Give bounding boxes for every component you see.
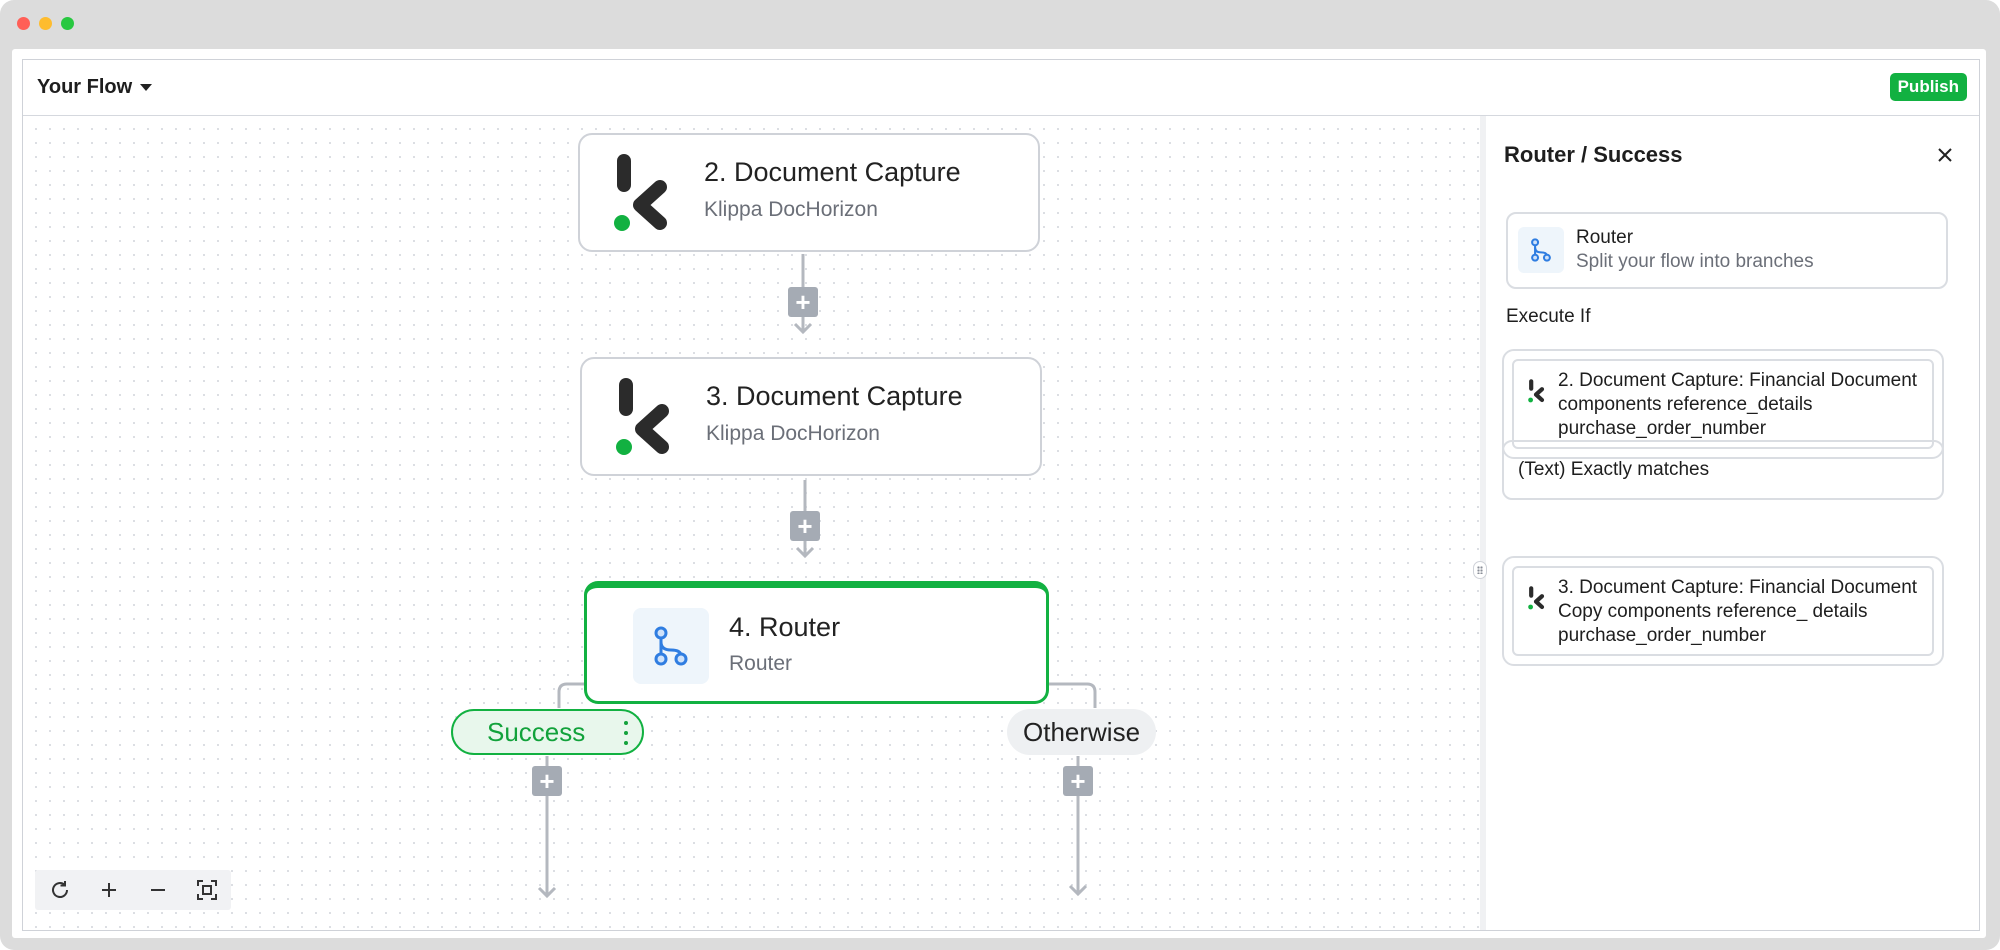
condition-first-text: 2. Document Capture: Financial Document … [1558, 370, 1918, 439]
node-document-capture-2[interactable]: 2. Document Capture Klippa DocHorizon [578, 133, 1040, 252]
node-title: 3. Document Capture [706, 381, 963, 411]
operator-text: (Text) Exactly matches [1518, 459, 1710, 480]
more-options-icon[interactable] [624, 721, 628, 745]
flow-title-dropdown[interactable]: Your Flow [37, 76, 153, 99]
zoom-out-icon[interactable] [143, 875, 173, 905]
flow-title: Your Flow [37, 76, 133, 98]
node-title: 2. Document Capture [704, 157, 961, 187]
condition-first-input[interactable]: 2. Document Capture: Financial Document … [1512, 359, 1934, 449]
router-card-name: Router [1576, 227, 1634, 248]
klippa-logo-icon [616, 378, 669, 455]
node-subtitle: Klippa DocHorizon [704, 198, 878, 221]
klippa-logo-icon [614, 154, 667, 231]
node-document-capture-3[interactable]: 3. Document Capture Klippa DocHorizon [580, 357, 1042, 476]
publish-button[interactable]: Publish [1889, 73, 1967, 101]
router-icon [633, 608, 709, 684]
app-window: Your Flow Publish 2. Document Capture Kl… [12, 49, 1986, 938]
router-step-card[interactable]: Router Split your flow into branches [1506, 212, 1948, 289]
add-step-button[interactable]: + [1063, 766, 1093, 796]
router-card-description: Split your flow into branches [1576, 251, 1814, 272]
node-router[interactable]: 4. Router Router [584, 581, 1049, 704]
panel-title: Router / Success [1504, 142, 1683, 167]
reset-icon[interactable] [45, 875, 75, 905]
klippa-logo-icon [1528, 379, 1545, 403]
operator-select[interactable]: (Text) Exactly matches [1502, 440, 1944, 500]
router-icon [1518, 227, 1564, 273]
caret-down-icon [140, 84, 153, 91]
settings-panel: Router / Success Router Split your flow … [1480, 116, 1979, 930]
node-subtitle: Klippa DocHorizon [706, 422, 880, 445]
branch-label: Otherwise [1023, 716, 1141, 747]
minimize-window-dot[interactable] [39, 17, 52, 30]
flow-editor: Your Flow Publish 2. Document Capture Kl… [22, 59, 1980, 931]
condition-second-value: 3. Document Capture: Financial Document … [1502, 556, 1944, 666]
branch-success[interactable]: Success [451, 709, 644, 755]
browser-window: Your Flow Publish 2. Document Capture Kl… [0, 0, 2000, 950]
zoom-in-icon[interactable] [94, 875, 124, 905]
condition-second-input[interactable]: 3. Document Capture: Financial Document … [1512, 566, 1934, 656]
execute-if-label: Execute If [1506, 306, 1591, 327]
node-subtitle: Router [729, 652, 793, 675]
flow-canvas[interactable]: 2. Document Capture Klippa DocHorizon + … [23, 116, 1480, 930]
fit-view-icon[interactable] [192, 875, 222, 905]
maximize-window-dot[interactable] [61, 17, 74, 30]
zoom-controls [35, 870, 231, 910]
add-step-button[interactable]: + [532, 766, 562, 796]
branch-label: Success [487, 716, 586, 747]
add-step-button[interactable]: + [790, 511, 820, 541]
klippa-logo-icon [1528, 586, 1545, 610]
panel-resize-handle[interactable] [1473, 561, 1487, 579]
close-window-dot[interactable] [17, 17, 30, 30]
condition-second-text: 3. Document Capture: Financial Document … [1558, 577, 1918, 646]
close-icon[interactable] [1934, 144, 1956, 166]
top-bar: Your Flow Publish [23, 60, 1979, 116]
branch-otherwise[interactable]: Otherwise [1007, 709, 1157, 755]
node-title: 4. Router [729, 612, 841, 642]
add-step-button[interactable]: + [788, 287, 818, 317]
